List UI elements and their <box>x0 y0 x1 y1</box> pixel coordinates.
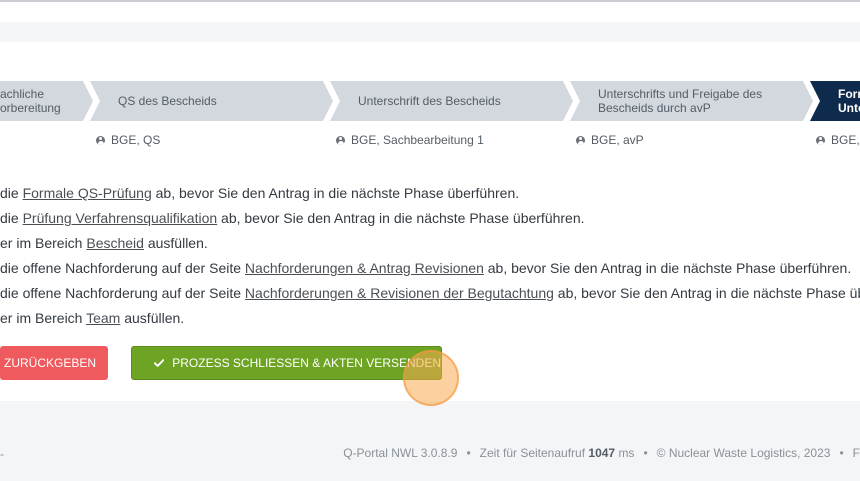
close-process-button[interactable]: PROZESS SCHLIESSEN & AKTEN VERSENDEN <box>131 346 442 380</box>
top-bar <box>0 2 860 22</box>
validation-messages: die Formale QS-Prüfung ab, bevor Sie den… <box>0 181 860 331</box>
user-icon <box>336 135 345 145</box>
message-bescheid: er im Bereich Bescheid ausfüllen. <box>0 235 208 251</box>
link-nachforderungen-begutachtung[interactable]: Nachforderungen & Revisionen der Begutac… <box>245 285 554 301</box>
assignee-sachbearbeitung: BGE, Sachbearbeitung 1 <box>336 133 484 147</box>
link-formale-qs-pruefung[interactable]: Formale QS-Prüfung <box>23 185 152 201</box>
user-icon <box>96 135 105 145</box>
message-antrag-revisionen: die offene Nachforderung auf der Seite N… <box>0 260 852 276</box>
user-icon <box>576 135 585 145</box>
footer-separator: • <box>643 446 648 460</box>
link-nachforderungen-antrag-revisionen[interactable]: Nachforderungen & Antrag Revisionen <box>245 260 484 276</box>
check-icon <box>154 359 165 367</box>
step-unterschrift-des-bescheids[interactable]: Unterschrift des Bescheids <box>330 81 573 121</box>
process-panel: achliche orbereitung QS des Bescheids Un… <box>0 42 860 401</box>
footer-trailing[interactable]: F <box>853 446 860 460</box>
link-pruefung-verfahrensqualifikation[interactable]: Prüfung Verfahrensqualifikation <box>23 210 218 226</box>
message-begutachtung: die offene Nachforderung auf der Seite N… <box>0 285 860 301</box>
message-team: er im Bereich Team ausfüllen. <box>0 310 185 326</box>
footer-left: - <box>0 447 4 461</box>
step-assignees: BGE, QS BGE, Sachbearbeitung 1 BGE, avP … <box>0 133 860 149</box>
link-team[interactable]: Team <box>86 310 120 326</box>
step-sachliche-vorbereitung[interactable]: achliche orbereitung <box>0 81 93 121</box>
page-load-time: Zeit für Seitenaufruf 1047 ms <box>479 446 635 460</box>
portal-version: Q-Portal NWL 3.0.8.9 <box>343 446 458 460</box>
message-verfahrensqualifikation: die Prüfung Verfahrensqualifikation ab, … <box>0 210 585 226</box>
return-button[interactable]: ZURÜCKGEBEN <box>0 346 108 380</box>
workflow-steps: achliche orbereitung QS des Bescheids Un… <box>0 81 860 121</box>
footer-separator: • <box>466 446 471 460</box>
step-unterschrift-und-freigabe[interactable]: Unterschrifts und Freigabe des Bescheids… <box>570 81 813 121</box>
user-icon <box>816 135 825 145</box>
step-formale-unterlagen[interactable]: Form Unte <box>810 81 860 121</box>
copyright: © Nuclear Waste Logistics, 2023 <box>656 446 831 460</box>
step-qs-des-bescheids[interactable]: QS des Bescheids <box>90 81 333 121</box>
footer: Q-Portal NWL 3.0.8.9 • Zeit für Seitenau… <box>343 445 860 461</box>
assignee-bge: BGE, <box>816 133 860 147</box>
assignee-qs: BGE, QS <box>96 133 160 147</box>
footer-separator: • <box>839 446 844 460</box>
message-formale-qs: die Formale QS-Prüfung ab, bevor Sie den… <box>0 185 520 201</box>
assignee-avp: BGE, avP <box>576 133 644 147</box>
link-bescheid[interactable]: Bescheid <box>86 235 144 251</box>
